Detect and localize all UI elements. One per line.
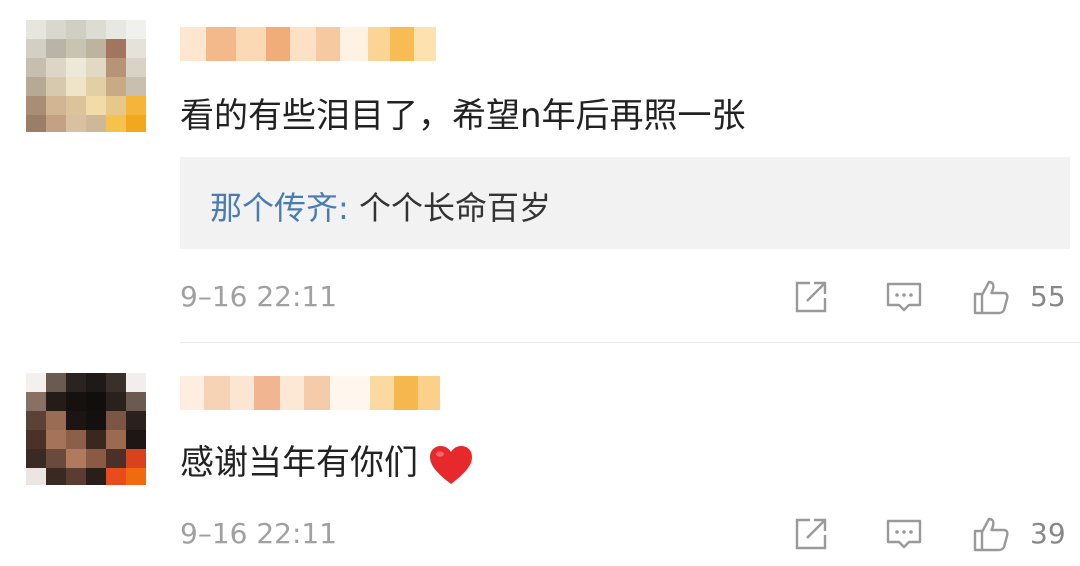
reply-author[interactable]: 那个传齐:: [210, 189, 349, 227]
comment-meta: 9–16 22:11 55: [0, 278, 1080, 318]
like-count: 55: [1030, 280, 1066, 313]
comment-item: 感谢当年有你们 9–16 22:11 39: [0, 343, 1080, 566]
timestamp: 9–16 22:11: [180, 280, 338, 313]
share-icon[interactable]: [792, 278, 830, 316]
reply-preview[interactable]: 那个传齐: 个个长命百岁: [180, 157, 1070, 249]
comment-text: 看的有些泪目了，希望n年后再照一张: [180, 96, 746, 136]
heart-icon: [430, 445, 472, 484]
comment-text: 感谢当年有你们: [180, 435, 474, 486]
comment-item: 看的有些泪目了，希望n年后再照一张 那个传齐: 个个长命百岁 9–16 22:1…: [0, 0, 1080, 342]
avatar[interactable]: [26, 373, 148, 485]
username-blurred[interactable]: [180, 376, 440, 410]
reply-icon[interactable]: [885, 278, 923, 316]
reply-icon[interactable]: [885, 515, 923, 553]
like-icon[interactable]: [972, 278, 1010, 316]
reply-text: 个个长命百岁: [348, 189, 551, 227]
username-blurred[interactable]: [180, 27, 440, 61]
reply-line: 那个传齐: 个个长命百岁: [210, 183, 551, 229]
comment-meta: 9–16 22:11 39: [0, 515, 1080, 555]
share-icon[interactable]: [792, 515, 830, 553]
timestamp: 9–16 22:11: [180, 517, 338, 550]
avatar[interactable]: [26, 20, 148, 132]
like-icon[interactable]: [972, 515, 1010, 553]
comment-text-content: 感谢当年有你们: [180, 443, 418, 483]
like-count: 39: [1030, 517, 1066, 550]
